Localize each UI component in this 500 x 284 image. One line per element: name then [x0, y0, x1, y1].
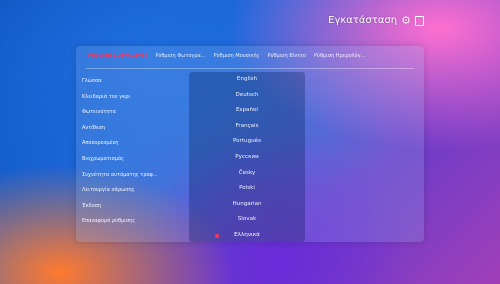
page-title: Εγκατάσταση — [328, 15, 398, 26]
settings-tabs: Ρύθμιση Συστήματος Ρύθμιση Φωτογρα... Ρύ… — [76, 46, 424, 66]
top-bar: Εγκατάσταση ⚙ — [328, 14, 424, 27]
language-option[interactable]: Hungarian — [189, 197, 305, 213]
tab-video-settings[interactable]: Ρύθμιση Βίντεο — [266, 51, 308, 61]
tab-music-settings[interactable]: Ρύθμιση Μουσικής — [212, 51, 262, 61]
language-option[interactable]: Pyccкии — [189, 150, 305, 166]
language-option[interactable]: Português — [189, 134, 305, 150]
setting-item-lock[interactable]: Κλειδαριά του γκρι — [82, 90, 186, 106]
selected-language-label: Ελληνικά — [234, 231, 260, 238]
setting-item-language[interactable]: Γλώσσα — [82, 74, 186, 90]
tab-system-settings[interactable]: Ρύθμιση Συστήματος — [86, 51, 149, 61]
settings-list: Γλώσσα Κλειδαριά του γκρι Φωτεινότητα Αν… — [82, 74, 186, 230]
setting-item-version[interactable]: Έκδοση — [82, 199, 186, 215]
setting-item-contrast[interactable]: Αντίθεση — [82, 121, 186, 137]
tab-photo-settings[interactable]: Ρύθμιση Φωτογρα... — [153, 51, 207, 61]
language-option[interactable]: Deutsch — [189, 88, 305, 104]
language-option[interactable]: Česky — [189, 166, 305, 182]
setting-item-color[interactable]: Βιοχρωματισμός — [82, 152, 186, 168]
language-option[interactable]: Español — [189, 103, 305, 119]
setting-item-scan-mode[interactable]: Λειτουργία σάρωσης — [82, 183, 186, 199]
storage-icon[interactable] — [415, 15, 424, 26]
tab-divider — [86, 68, 414, 69]
tab-calendar-settings[interactable]: Ρύθμιση Ημερολόγ... — [312, 51, 367, 61]
settings-gear-icon[interactable]: ⚙ — [401, 14, 411, 27]
language-option[interactable]: Polski — [189, 181, 305, 197]
language-option[interactable]: Slovak — [189, 212, 305, 228]
settings-panel: Ρύθμιση Συστήματος Ρύθμιση Φωτογρα... Ρύ… — [76, 46, 424, 242]
language-list: English Deutsch Español Français Portugu… — [189, 72, 305, 242]
language-option[interactable]: Français — [189, 119, 305, 135]
setting-item-desaturation[interactable]: Αποκορεσμένη — [82, 136, 186, 152]
setting-item-reset[interactable]: Επαναφορά ρύθμισης — [82, 214, 186, 230]
setting-item-brightness[interactable]: Φωτεινότητα — [82, 105, 186, 121]
setting-item-auto-power[interactable]: Συχνότητα αυτόματης τροφ... — [82, 168, 186, 184]
language-option[interactable]: English — [189, 72, 305, 88]
language-option-selected[interactable]: Ελληνικά — [189, 228, 305, 242]
selected-indicator-icon — [215, 233, 219, 238]
